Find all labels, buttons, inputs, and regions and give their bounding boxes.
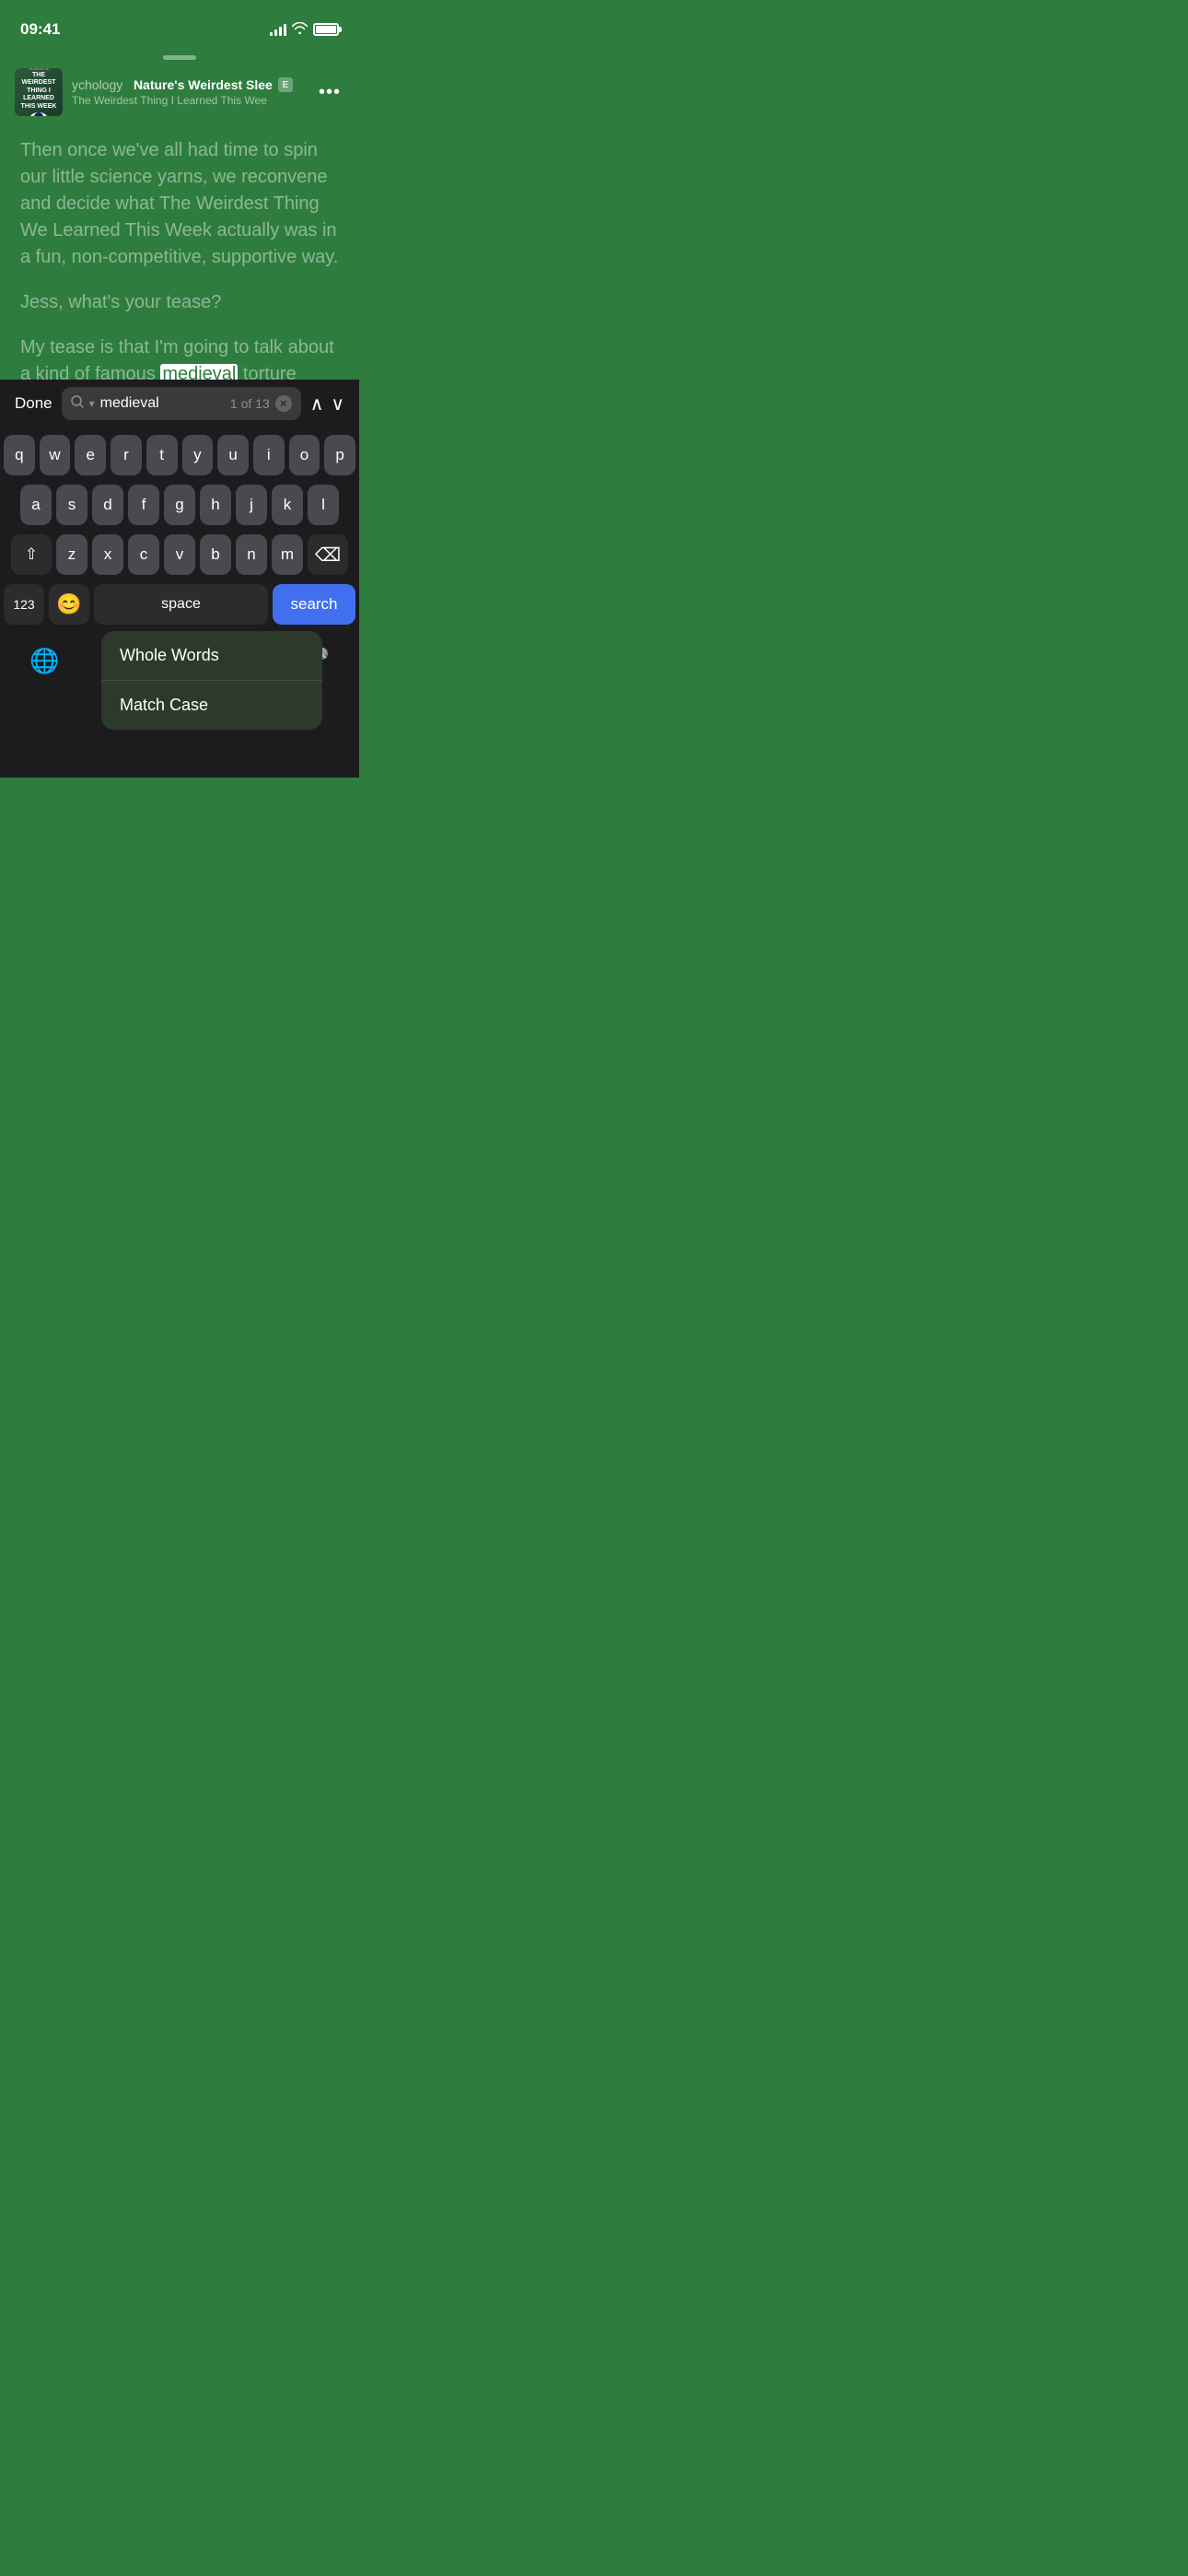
search-prev-button[interactable]: ∧: [310, 392, 324, 416]
key-v[interactable]: v: [164, 534, 195, 575]
key-i[interactable]: i: [253, 435, 285, 475]
key-space[interactable]: space: [94, 584, 268, 625]
key-t[interactable]: t: [146, 435, 178, 475]
mini-player-podcast-name: ychology Nature's Weirdest Slee: [72, 77, 273, 92]
more-options-button[interactable]: •••: [315, 77, 344, 107]
key-d[interactable]: d: [92, 485, 123, 525]
match-case-option[interactable]: Match Case: [101, 681, 322, 730]
drag-handle-bar: [163, 55, 196, 60]
status-bar: 09:41: [0, 0, 359, 46]
key-r[interactable]: r: [111, 435, 142, 475]
key-shift[interactable]: ⇧: [11, 534, 52, 575]
podcast-name-part1: ychology: [72, 77, 122, 92]
key-p[interactable]: p: [324, 435, 355, 475]
status-icons: [270, 22, 339, 37]
search-options-chevron[interactable]: ▾: [89, 397, 95, 410]
key-g[interactable]: g: [164, 485, 195, 525]
key-numbers[interactable]: 123: [4, 584, 44, 625]
key-delete[interactable]: ⌫: [308, 534, 348, 575]
battery-icon: [313, 23, 339, 36]
album-title: THEWEIRDESTTHING ILEARNEDTHIS WEEK: [21, 72, 57, 111]
key-z[interactable]: z: [56, 534, 87, 575]
mini-player-info: ychology Nature's Weirdest Slee E The We…: [72, 77, 306, 107]
podcast-name-part2: Nature's Weirdest Slee: [134, 77, 273, 92]
search-navigation: ∧ ∨: [310, 392, 344, 416]
keyboard-row-3: ⇧ z x c v b n m ⌫: [4, 534, 355, 575]
keyboard-row-4: 123 😊 space search: [4, 584, 355, 625]
search-next-button[interactable]: ∨: [331, 392, 344, 416]
key-l[interactable]: l: [308, 485, 339, 525]
search-options-dropdown: Whole Words Match Case: [101, 631, 322, 730]
key-w[interactable]: w: [40, 435, 71, 475]
search-input-area[interactable]: ▾ medieval 1 of 13 ✕: [62, 387, 301, 420]
key-q[interactable]: q: [4, 435, 35, 475]
globe-icon[interactable]: 🌐: [29, 647, 59, 675]
key-emoji[interactable]: 😊: [49, 584, 89, 625]
search-icon: [71, 395, 84, 412]
clear-icon: ✕: [279, 398, 287, 410]
e-badge: E: [278, 77, 293, 92]
album-eye-icon: [30, 112, 47, 116]
key-a[interactable]: a: [20, 485, 52, 525]
signal-icon: [270, 23, 286, 36]
whole-words-option[interactable]: Whole Words: [101, 631, 322, 681]
key-f[interactable]: f: [128, 485, 159, 525]
key-m[interactable]: m: [272, 534, 303, 575]
keyboard-row-2: a s d f g h j k l: [4, 485, 355, 525]
key-k[interactable]: k: [272, 485, 303, 525]
search-result-count: 1 of 13: [230, 396, 270, 411]
key-e[interactable]: e: [75, 435, 106, 475]
status-time: 09:41: [20, 20, 60, 39]
key-b[interactable]: b: [200, 534, 231, 575]
transcript-paragraph-2: Jess, what's your tease?: [20, 289, 339, 316]
key-h[interactable]: h: [200, 485, 231, 525]
mini-player-row-top: ychology Nature's Weirdest Slee E: [72, 77, 306, 92]
keyboard-rows: q w e r t y u i o p a s d f g h j k l ⇧ …: [0, 427, 359, 625]
keyboard-row-1: q w e r t y u i o p: [4, 435, 355, 475]
mini-player[interactable]: POPULAR SCIENCE THEWEIRDESTTHING ILEARNE…: [0, 65, 359, 119]
key-u[interactable]: u: [217, 435, 249, 475]
key-y[interactable]: y: [182, 435, 214, 475]
key-j[interactable]: j: [236, 485, 267, 525]
drag-handle: [0, 46, 359, 65]
key-c[interactable]: c: [128, 534, 159, 575]
search-button[interactable]: search: [273, 584, 355, 625]
album-art: POPULAR SCIENCE THEWEIRDESTTHING ILEARNE…: [15, 68, 63, 116]
wifi-icon: [292, 22, 308, 37]
search-clear-button[interactable]: ✕: [275, 395, 292, 412]
done-button[interactable]: Done: [15, 394, 52, 413]
mini-player-episode: The Weirdest Thing I Learned This Wee: [72, 94, 306, 107]
key-x[interactable]: x: [92, 534, 123, 575]
transcript-paragraph-1: Then once we've all had time to spin our…: [20, 137, 339, 271]
key-s[interactable]: s: [56, 485, 87, 525]
search-input[interactable]: medieval: [100, 395, 225, 412]
key-o[interactable]: o: [289, 435, 320, 475]
search-bar: Done ▾ medieval 1 of 13 ✕ ∧ ∨: [0, 380, 359, 427]
key-n[interactable]: n: [236, 534, 267, 575]
